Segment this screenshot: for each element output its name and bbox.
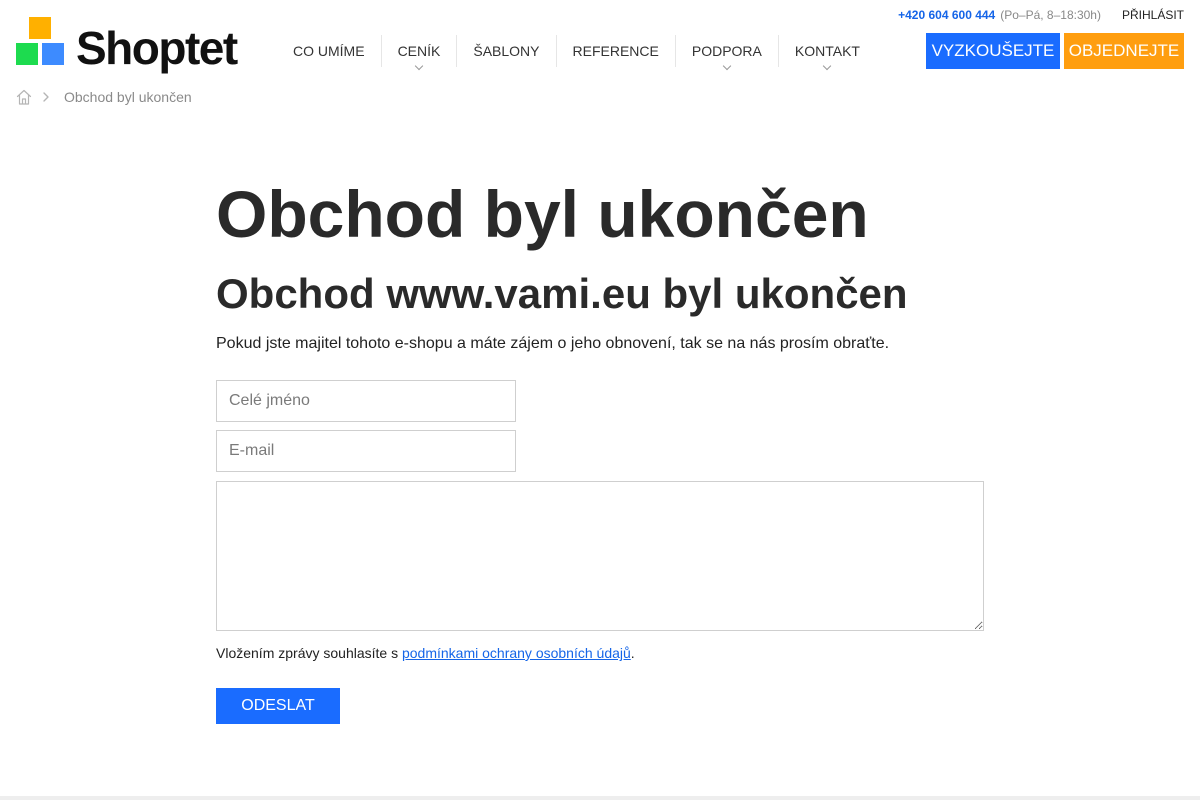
nav-item-label: PODPORA [691, 43, 762, 59]
logo-square-yellow [29, 17, 51, 39]
nav-item-kontakt[interactable]: KONTAKT [777, 35, 876, 71]
nav-item-cenik[interactable]: CENÍK [380, 35, 457, 71]
phone-link[interactable]: +420 604 600 444 [898, 8, 995, 22]
nav-item-label: CENÍK [397, 43, 441, 59]
nav-item-label: ŠABLONY [473, 43, 540, 59]
chevron-down-icon [414, 61, 424, 71]
order-button[interactable]: OBJEDNEJTE [1064, 33, 1184, 69]
support-hours: (Po–Pá, 8–18:30h) [1000, 8, 1101, 22]
nav-item-co-umime[interactable]: CO UMÍME [277, 35, 381, 67]
nav-item-sablony[interactable]: ŠABLONY [456, 35, 555, 67]
consent-prefix: Vložením zprávy souhlasíte s [216, 645, 402, 661]
nav-item-reference[interactable]: REFERENCE [555, 35, 675, 67]
logo-wordmark: Shoptet [76, 22, 238, 74]
breadcrumb-home-link[interactable] [16, 88, 32, 106]
message-textarea[interactable] [216, 481, 984, 631]
nav-item-podpora[interactable]: PODPORA [674, 35, 778, 71]
logo-square-green [16, 43, 38, 65]
email-input[interactable] [216, 430, 516, 472]
top-contact-bar: +420 604 600 444 (Po–Pá, 8–18:30h) PŘIHL… [898, 8, 1184, 22]
shoptet-logo[interactable]: Shoptet [16, 17, 238, 74]
submit-button[interactable]: ODESLAT [216, 688, 340, 724]
full-name-input[interactable] [216, 380, 516, 422]
logo-square-blue [42, 43, 64, 65]
home-icon [16, 89, 32, 105]
consent-text: Vložením zprávy souhlasíte s podmínkami … [216, 645, 635, 661]
main-navigation: CO UMÍME CENÍK ŠABLONY REFERENCE PODPORA… [277, 35, 876, 71]
privacy-policy-link[interactable]: podmínkami ochrany osobních údajů [402, 645, 631, 661]
chevron-down-icon [722, 61, 732, 71]
nav-item-label: KONTAKT [794, 43, 860, 59]
try-button[interactable]: VYZKOUŠEJTE [926, 33, 1060, 69]
lead-text: Pokud jste majitel tohoto e-shopu a máte… [216, 335, 890, 352]
breadcrumb: Obchod byl ukončen [16, 88, 192, 106]
consent-suffix: . [630, 645, 635, 661]
page-subtitle: Obchod www.vami.eu byl ukončen [216, 270, 908, 317]
chevron-right-icon [43, 92, 49, 102]
login-link[interactable]: PŘIHLÁSIT [1122, 8, 1184, 22]
chevron-down-icon [823, 61, 832, 71]
nav-item-label: CO UMÍME [293, 43, 365, 59]
footer-divider [0, 796, 1200, 800]
page-title: Obchod byl ukončen [216, 177, 869, 251]
breadcrumb-current: Obchod byl ukončen [64, 89, 192, 105]
nav-item-label: REFERENCE [572, 43, 659, 59]
